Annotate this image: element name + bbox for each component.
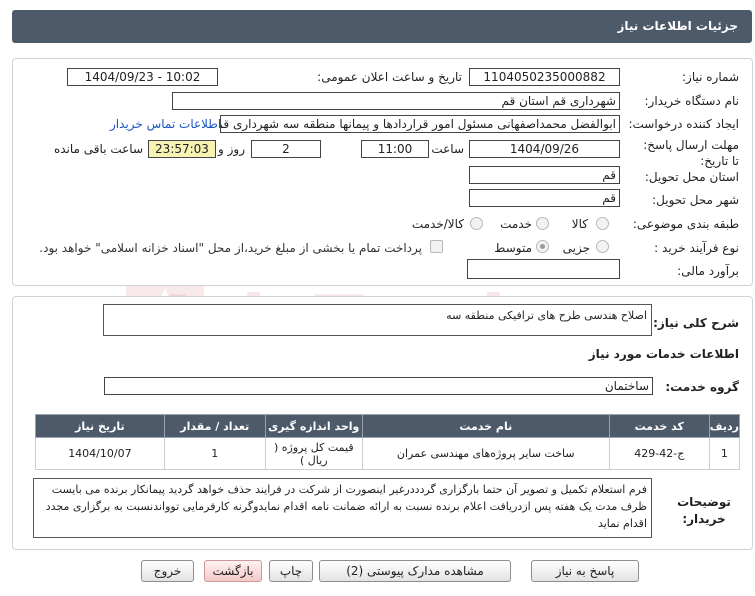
cell-unit: قیمت کل پروژه ( ریال ): [264, 437, 363, 470]
buyer-org-field: شهرداری قم استان قم: [172, 92, 620, 110]
process-label: نوع فرآیند خرید :: [654, 241, 739, 255]
summary-textarea: اصلاح هندسی طرح های ترافیکی منطقه سه: [103, 304, 652, 336]
process-option-medium: متوسط: [494, 241, 532, 255]
time-label: ساعت: [431, 142, 464, 156]
budget-label: برآورد مالی:: [677, 264, 739, 278]
days-remaining-field: 2: [251, 140, 321, 158]
table-row: 1 ج-42-429 ساخت سایر پروژه‌های مهندسی عم…: [35, 437, 741, 470]
col-date: تاریخ نیاز: [35, 414, 165, 438]
process-radio-medium[interactable]: [536, 240, 549, 253]
city-field: قم: [469, 189, 620, 207]
col-name: نام خدمت: [361, 414, 610, 438]
need-number-label: شماره نیاز:: [682, 70, 739, 84]
services-table: ردیف کد خدمت نام خدمت واحد اندازه گیری ت…: [35, 414, 741, 470]
announce-date-label: تاریخ و ساعت اعلان عمومی:: [317, 70, 462, 84]
back-button[interactable]: بازگشت: [204, 560, 262, 582]
cell-date: 1404/10/07: [35, 437, 165, 470]
exit-button[interactable]: خروج: [141, 560, 194, 582]
province-field: قم: [469, 166, 620, 184]
days-label: روز و: [218, 142, 245, 156]
process-option-minor: جزیی: [562, 241, 590, 255]
buyer-contact-link[interactable]: اطلاعات تماس خریدار: [110, 117, 221, 131]
deadline-label: مهلت ارسال پاسخ: تا تاریخ:: [643, 138, 739, 168]
announce-date-field: 1404/09/23 - 10:02: [67, 68, 218, 86]
buyer-notes-textarea: فرم استعلام تکمیل و تصویر آن حتما بارگزا…: [33, 478, 652, 538]
col-row: ردیف: [708, 414, 741, 438]
category-radio-goods[interactable]: [596, 217, 609, 230]
page-title: جزئیات اطلاعات نیاز: [617, 19, 738, 33]
city-label: شهر محل تحویل:: [652, 193, 739, 207]
print-button[interactable]: چاپ: [269, 560, 313, 582]
cell-name: ساخت سایر پروژه‌های مهندسی عمران: [361, 437, 610, 470]
treasury-payment-checkbox[interactable]: [430, 240, 443, 253]
category-option-service: خدمت: [500, 217, 532, 231]
deadline-date-field: 1404/09/26: [469, 140, 620, 158]
province-label: استان محل تحویل:: [644, 170, 739, 184]
cell-code: ج-42-429: [608, 437, 710, 470]
col-qty: تعداد / مقدار: [163, 414, 266, 438]
table-header-row: ردیف کد خدمت نام خدمت واحد اندازه گیری ت…: [35, 414, 741, 438]
category-radio-goods-service[interactable]: [470, 217, 483, 230]
view-attachments-button[interactable]: مشاهده مدارک پیوستی (2): [319, 560, 511, 582]
category-option-goods-service: کالا/خدمت: [411, 217, 464, 231]
deadline-time-field: 11:00: [361, 140, 429, 158]
page-header: جزئیات اطلاعات نیاز: [12, 10, 752, 43]
cell-row: 1: [708, 437, 741, 470]
treasury-payment-note: پرداخت تمام یا بخشی از مبلغ خرید،از محل …: [39, 241, 422, 255]
category-radio-service[interactable]: [536, 217, 549, 230]
process-radio-minor[interactable]: [596, 240, 609, 253]
col-code: کد خدمت: [608, 414, 710, 438]
buyer-notes-label: توضیحات خریدار:: [677, 495, 731, 526]
service-group-label: گروه خدمت:: [665, 380, 739, 394]
summary-label: شرح کلی نیاز:: [653, 316, 739, 330]
remaining-time-label: ساعت باقی مانده: [53, 142, 143, 156]
budget-field[interactable]: [467, 259, 620, 279]
cell-qty: 1: [163, 437, 266, 470]
remaining-time-field: 23:57:03: [148, 140, 216, 158]
requester-label: ایجاد کننده درخواست:: [628, 117, 739, 131]
services-section-title: اطلاعات خدمات مورد نیاز: [588, 347, 739, 361]
service-group-field: ساختمان: [104, 377, 653, 395]
reply-button[interactable]: پاسخ به نیاز: [531, 560, 639, 582]
buyer-org-label: نام دستگاه خریدار:: [644, 94, 740, 108]
requester-field: ابوالفضل محمداصفهانی مسئول امور قرارداده…: [220, 115, 620, 133]
col-unit: واحد اندازه گیری: [264, 414, 363, 438]
need-number-field: 1104050235000882: [469, 68, 620, 86]
category-label: طبقه بندی موضوعی:: [632, 217, 739, 231]
category-option-goods: کالا: [571, 217, 588, 231]
